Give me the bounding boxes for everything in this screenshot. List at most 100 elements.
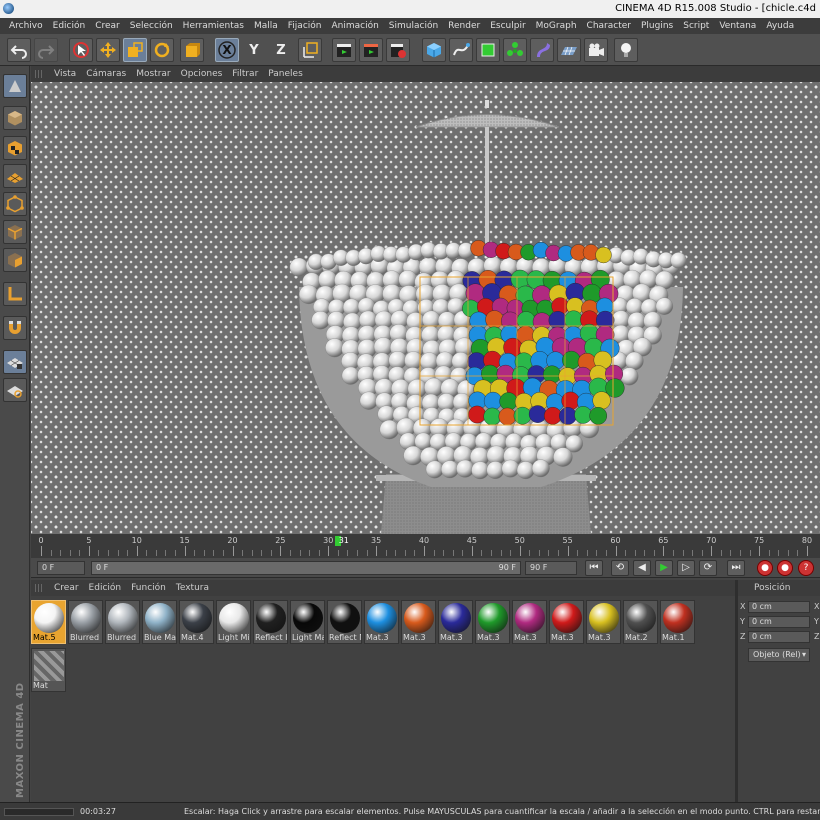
live-selection-button[interactable] [69, 38, 93, 62]
menu-item-2[interactable]: Crear [90, 21, 125, 31]
make-editable-button[interactable] [3, 74, 27, 98]
viewport-menu-item-5[interactable]: Paneles [263, 69, 308, 79]
material-swatch[interactable]: Reflect I [253, 600, 288, 644]
material-swatch[interactable]: Mat.3 [475, 600, 510, 644]
material-swatch[interactable]: Light Ma [290, 600, 325, 644]
position-z-field[interactable]: 0 cm [748, 631, 810, 643]
previous-key-button[interactable]: ⟲ [611, 560, 629, 576]
menu-item-12[interactable]: Character [582, 21, 636, 31]
material-menu-item-2[interactable]: Función [126, 583, 171, 593]
next-key-button[interactable]: ⟳ [699, 560, 717, 576]
rotate-tool-button[interactable] [150, 38, 174, 62]
material-swatch[interactable]: Mat.3 [401, 600, 436, 644]
go-to-start-button[interactable]: ⏮ [585, 560, 603, 576]
frame-range-slider[interactable]: 0 F 90 F [91, 561, 521, 575]
axis-mode-button[interactable] [3, 282, 27, 306]
material-swatch[interactable]: Mat.4 [179, 600, 214, 644]
keyframe-selection-button[interactable]: ? [798, 560, 814, 576]
material-swatch[interactable]: Blurred [105, 600, 140, 644]
mograph-cloner-button[interactable] [503, 38, 527, 62]
menu-item-11[interactable]: MoGraph [531, 21, 582, 31]
material-menu-item-1[interactable]: Edición [84, 583, 127, 593]
planar-workplane-button[interactable] [3, 378, 27, 402]
locked-workplane-button[interactable] [3, 350, 27, 374]
menu-item-15[interactable]: Ventana [714, 21, 761, 31]
coordinate-system-button[interactable] [298, 38, 322, 62]
material-swatch[interactable]: Mat.3 [364, 600, 399, 644]
material-swatch[interactable]: Mat.3 [586, 600, 621, 644]
viewport-menu-item-1[interactable]: Cámaras [81, 69, 131, 79]
floor-button[interactable] [557, 38, 581, 62]
menu-item-16[interactable]: Ayuda [761, 21, 799, 31]
viewport-menu-item-4[interactable]: Filtrar [227, 69, 263, 79]
menu-bar: Archivo Edición Crear Selección Herramientas… [0, 18, 820, 34]
autokeying-button[interactable]: ● [777, 560, 793, 576]
material-swatch[interactable]: Mat.1 [660, 600, 695, 644]
menu-item-14[interactable]: Script [678, 21, 714, 31]
position-x-field[interactable]: 0 cm [748, 601, 810, 613]
material-swatch[interactable]: Mat.3 [438, 600, 473, 644]
menu-item-1[interactable]: Edición [48, 21, 91, 31]
undo-button[interactable] [7, 38, 31, 62]
camera-button[interactable] [584, 38, 608, 62]
editor-viewport[interactable] [31, 82, 820, 534]
material-swatch[interactable]: Mat.3 [549, 600, 584, 644]
x-axis-toggle[interactable]: X [215, 38, 239, 62]
spline-pen-button[interactable] [449, 38, 473, 62]
workplane-button[interactable] [3, 164, 27, 188]
play-forward-button[interactable]: ▶ [655, 560, 673, 576]
material-menu-item-3[interactable]: Textura [171, 583, 214, 593]
scale-tool-button[interactable] [123, 38, 147, 62]
z-axis-toggle[interactable]: Z [269, 38, 293, 62]
menu-item-10[interactable]: Esculpir [485, 21, 530, 31]
menu-item-4[interactable]: Herramientas [178, 21, 249, 31]
texture-mode-button[interactable] [3, 136, 27, 160]
material-preview-sphere [478, 603, 508, 633]
material-swatch[interactable]: Mat.5 [31, 600, 66, 644]
material-swatch[interactable]: Mat.2 [623, 600, 658, 644]
light-button[interactable] [614, 38, 638, 62]
end-frame-field[interactable]: 90 F [525, 561, 577, 575]
record-active-objects-button[interactable]: ● [757, 560, 773, 576]
snap-button[interactable] [3, 316, 27, 340]
viewport-menu-item-2[interactable]: Mostrar [131, 69, 175, 79]
points-mode-button[interactable] [3, 192, 27, 216]
material-menu-item-0[interactable]: Crear [49, 583, 84, 593]
menu-item-5[interactable]: Malla [249, 21, 283, 31]
current-frame-field[interactable]: 0 F [37, 561, 85, 575]
go-to-end-button[interactable]: ⏭ [727, 560, 745, 576]
viewport-menu-item-0[interactable]: Vista [49, 69, 81, 79]
menu-item-3[interactable]: Selección [125, 21, 178, 31]
viewport-menu-item-3[interactable]: Opciones [176, 69, 228, 79]
redo-button[interactable] [34, 38, 58, 62]
menu-item-7[interactable]: Animación [326, 21, 383, 31]
previous-frame-button[interactable]: ◀ [633, 560, 651, 576]
coordinate-mode-dropdown[interactable]: Objeto (Rel) ▾ [748, 648, 810, 662]
material-swatch[interactable]: Blurred [68, 600, 103, 644]
material-swatch[interactable]: Reflect M [327, 600, 362, 644]
menu-item-9[interactable]: Render [443, 21, 485, 31]
next-frame-button[interactable]: ▷ [677, 560, 695, 576]
material-swatch[interactable]: Light Mi [216, 600, 251, 644]
menu-item-6[interactable]: Fijación [283, 21, 327, 31]
material-swatch[interactable]: Mat.3 [512, 600, 547, 644]
menu-item-0[interactable]: Archivo [4, 21, 48, 31]
cube-object-button[interactable] [422, 38, 446, 62]
move-tool-button[interactable] [96, 38, 120, 62]
edges-mode-button[interactable] [3, 220, 27, 244]
timeline-ruler[interactable]: 0 5 10 15 20 25 30 31 35 40 45 50 55 60 65 70 75 80 [31, 534, 820, 558]
nurbs-button[interactable] [476, 38, 500, 62]
recent-tool-button[interactable] [180, 38, 204, 62]
material-swatch[interactable]: Mat [31, 648, 66, 692]
position-y-field[interactable]: 0 cm [748, 616, 810, 628]
y-axis-toggle[interactable]: Y [242, 38, 266, 62]
menu-item-8[interactable]: Simulación [384, 21, 443, 31]
polygons-mode-button[interactable] [3, 248, 27, 272]
material-swatch[interactable]: Blue Ma [142, 600, 177, 644]
render-view-button[interactable] [332, 38, 356, 62]
render-to-picture-viewer-button[interactable] [359, 38, 383, 62]
menu-item-13[interactable]: Plugins [636, 21, 678, 31]
model-mode-button[interactable] [3, 106, 27, 130]
render-settings-button[interactable] [386, 38, 410, 62]
deformer-button[interactable] [530, 38, 554, 62]
